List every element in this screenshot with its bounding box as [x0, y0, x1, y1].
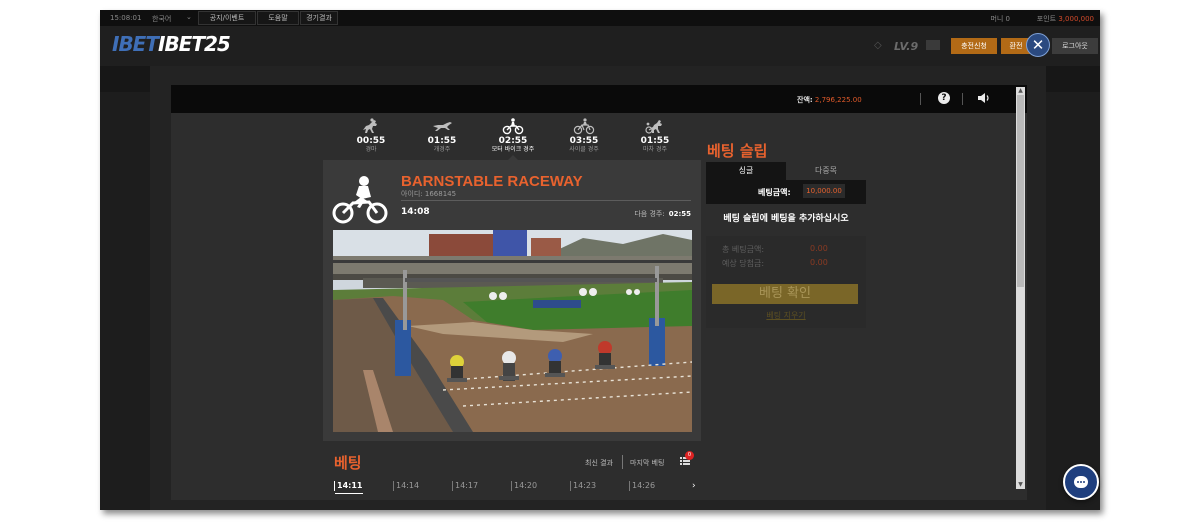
volume-icon[interactable] — [977, 92, 991, 104]
cycling-icon — [573, 118, 595, 135]
total-stake-value: 0.00 — [810, 244, 828, 253]
top-bar: 15:08:01 한국어 ⌄ 공지/이벤트 도움말 경기결과 머니 0 포인트 … — [100, 10, 1100, 26]
chevron-down-icon[interactable]: ⌄ — [186, 13, 192, 21]
category-time: 03:55 — [569, 136, 599, 146]
time-tab[interactable]: 14:14 — [393, 481, 419, 491]
next-race-time: 02:55 — [668, 210, 691, 218]
last-bet-link[interactable]: 마지막 베팅 — [630, 458, 664, 468]
race-id: 아이디: 1668145 — [401, 190, 457, 198]
vertical-scrollbar[interactable]: ▲ ▼ — [1016, 87, 1025, 489]
category-time: 02:55 — [498, 136, 528, 146]
user-level: LV.9 — [894, 40, 919, 53]
divider — [401, 200, 691, 201]
race-card: BARNSTABLE RACEWAY 아이디: 1668145 14:08 다음… — [323, 160, 701, 441]
harness-racing-icon — [645, 120, 662, 134]
points-balance: 포인트 3,000,000 — [1037, 14, 1094, 24]
time-tab[interactable]: 14:20 — [511, 481, 537, 491]
race-video-frame — [333, 230, 692, 432]
help-icon[interactable]: ? — [938, 92, 950, 104]
nav-tab-results[interactable]: 경기결과 — [300, 11, 338, 25]
greyhound-icon — [433, 122, 452, 131]
category-label: 개경주 — [433, 146, 451, 153]
next-race-label: 다음 경주: — [634, 210, 665, 218]
category-label: 모터 바이크 경주 — [491, 146, 535, 153]
bet-amount-label: 베팅금액: — [758, 188, 791, 197]
clear-bets-link[interactable]: 베팅 지우기 — [706, 310, 866, 321]
shield-icon: ◇ — [874, 40, 882, 51]
balance-label: 잔액: — [797, 96, 813, 104]
points-label: 포인트 — [1036, 15, 1057, 23]
chevron-right-icon[interactable]: › — [692, 481, 696, 491]
expected-win-value: 0.00 — [810, 258, 828, 267]
category-harness[interactable]: 01:55 마차 경주 — [620, 117, 690, 153]
language-select[interactable]: 한국어 — [152, 14, 171, 24]
close-icon[interactable]: ✕ — [1026, 33, 1050, 57]
bet-count-badge: 0 — [685, 451, 694, 460]
bet-amount-row: 베팅금액: 10,000.00 — [706, 180, 866, 204]
motorbike-rider-icon — [332, 176, 388, 224]
race-clock: 14:08 — [401, 207, 430, 217]
divider — [962, 93, 963, 105]
time-tab[interactable]: 14:26 — [629, 481, 655, 491]
category-horse-racing[interactable]: 00:55 경마 — [336, 117, 406, 153]
time-tab[interactable]: 14:17 — [452, 481, 478, 491]
category-motorbike[interactable]: 02:55 모터 바이크 경주 — [478, 117, 548, 153]
logout-button[interactable]: 로그아웃 — [1052, 38, 1098, 54]
bet-summary: 총 베팅금액: 0.00 예상 당첨금: 0.00 베팅 확인 베팅 지우기 — [706, 236, 866, 328]
clock: 15:08:01 — [110, 14, 142, 22]
logo-text-1: IBET — [112, 32, 159, 56]
horse-racing-icon — [363, 118, 377, 133]
race-title: BARNSTABLE RACEWAY — [401, 173, 583, 190]
time-tab[interactable]: 14:11 — [334, 481, 364, 494]
category-label: 사이클 경주 — [569, 146, 599, 153]
race-time-tabs: 14:11 14:14 14:17 14:20 14:23 14:26 — [334, 481, 714, 495]
bet-slip-title: 베팅 슬립 — [707, 142, 768, 160]
chat-button[interactable] — [1063, 464, 1099, 500]
divider — [622, 455, 623, 469]
bet-slip-tabs: 싱글 다중목 — [706, 162, 866, 180]
game-top-bar: 잔액: 2,796,225.00 ? — [171, 85, 1027, 113]
bet-slip-message: 베팅 슬립에 베팅을 추가하십시오 — [723, 214, 849, 224]
money-balance: 머니 0 — [990, 15, 1010, 23]
nav-tab-help[interactable]: 도움말 — [257, 11, 299, 25]
expected-win-row: 예상 당첨금: 0.00 — [722, 258, 828, 269]
race-video[interactable] — [333, 230, 692, 432]
total-stake-label: 총 베팅금액: — [722, 245, 765, 254]
category-greyhound[interactable]: 01:55 개경주 — [407, 117, 477, 153]
mail-icon[interactable] — [926, 40, 940, 50]
category-cycling[interactable]: 03:55 사이클 경주 — [549, 117, 619, 153]
chat-icon — [1074, 476, 1088, 488]
bet-amount-input[interactable]: 10,000.00 — [803, 184, 845, 198]
next-race: 다음 경주: 02:55 — [634, 209, 691, 219]
divider — [920, 93, 921, 105]
motorbike-icon — [502, 118, 524, 135]
deposit-button[interactable]: 충전신청 — [951, 38, 997, 54]
category-time: 00:55 — [356, 136, 386, 146]
scroll-down-icon[interactable]: ▼ — [1016, 481, 1025, 489]
balance-value: 2,796,225.00 — [814, 96, 862, 104]
time-tab[interactable]: 14:23 — [570, 481, 596, 491]
recent-results-link[interactable]: 최신 결과 — [585, 458, 613, 468]
scrollbar-thumb[interactable] — [1017, 95, 1024, 287]
logo-text-2: IBET25 — [158, 32, 231, 56]
tab-single[interactable]: 싱글 — [706, 162, 786, 180]
virtual-sports-window: 잔액: 2,796,225.00 ? 00:55 경마 01:55 개경주 02… — [171, 85, 1027, 500]
category-label: 마차 경주 — [643, 146, 667, 153]
scroll-up-icon[interactable]: ▲ — [1016, 87, 1025, 95]
site-logo[interactable]: IBETIBET25 — [112, 32, 231, 56]
category-time: 01:55 — [427, 136, 457, 146]
tab-multi[interactable]: 다중목 — [786, 162, 866, 180]
category-time: 01:55 — [640, 136, 670, 146]
points-value: 3,000,000 — [1058, 15, 1094, 23]
category-label: 경마 — [365, 146, 377, 153]
expected-win-label: 예상 당첨금: — [722, 259, 765, 268]
total-stake-row: 총 베팅금액: 0.00 — [722, 244, 828, 255]
site-header: IBETIBET25 ◇ LV.9 충전신청 환전 로그아웃 — [100, 26, 1100, 66]
nav-tab-notice[interactable]: 공지/이벤트 — [198, 11, 256, 25]
betting-title: 베팅 — [334, 454, 362, 472]
confirm-bet-button[interactable]: 베팅 확인 — [712, 284, 858, 304]
game-balance: 잔액: 2,796,225.00 — [797, 95, 862, 105]
